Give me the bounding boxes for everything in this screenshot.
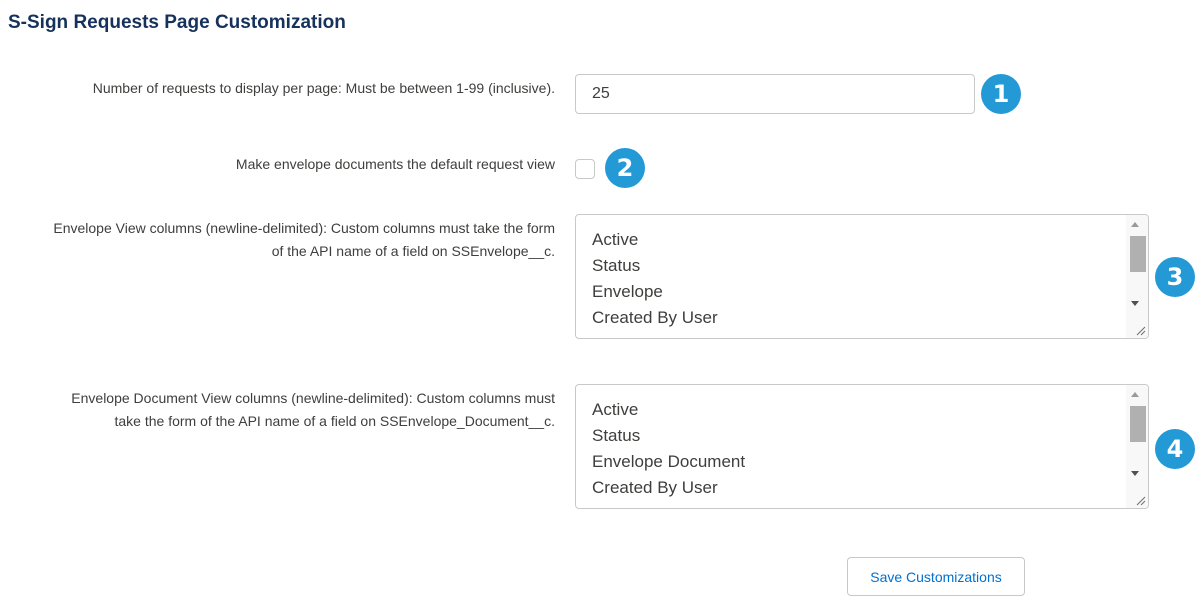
- textarea-line: Status: [592, 256, 641, 275]
- envelope-columns-scrollbar[interactable]: [1126, 215, 1148, 338]
- scrollbar-thumb[interactable]: [1130, 406, 1146, 442]
- scroll-down-icon[interactable]: [1131, 471, 1139, 476]
- textarea-line: Created By User: [592, 478, 718, 497]
- page-title: S-Sign Requests Page Customization: [8, 12, 346, 33]
- textarea-line: Envelope: [592, 282, 663, 301]
- callout-badge-1: 1: [981, 74, 1021, 114]
- envelope-columns-label-line2: of the API name of a field on SSEnvelope…: [271, 243, 555, 259]
- textarea-line: Active: [592, 400, 639, 419]
- document-columns-label: Envelope Document View columns (newline-…: [71, 387, 555, 433]
- envelope-columns-label: Envelope View columns (newline-delimited…: [53, 217, 555, 263]
- document-columns-scrollbar[interactable]: [1126, 385, 1148, 508]
- document-columns-label-line2: take the form of the API name of a field…: [114, 413, 556, 429]
- default-view-checkbox[interactable]: [575, 159, 595, 179]
- callout-badge-3: 3: [1155, 257, 1195, 297]
- save-customizations-button[interactable]: Save Customizations: [847, 557, 1025, 596]
- callout-badge-4: 4: [1155, 429, 1195, 469]
- resize-grip-icon[interactable]: [1134, 324, 1146, 336]
- textarea-line: Status: [592, 426, 641, 445]
- envelope-columns-text[interactable]: Active Status Envelope Created By User: [592, 227, 1124, 338]
- textarea-line: Envelope Document: [592, 452, 746, 471]
- default-view-label: Make envelope documents the default requ…: [235, 156, 555, 172]
- per-page-input[interactable]: [575, 74, 975, 114]
- scroll-up-icon[interactable]: [1131, 392, 1139, 397]
- scroll-down-icon[interactable]: [1131, 301, 1139, 306]
- document-columns-textarea[interactable]: Active Status Envelope Document Created …: [575, 384, 1149, 509]
- per-page-label: Number of requests to display per page: …: [92, 80, 555, 96]
- envelope-columns-textarea[interactable]: Active Status Envelope Created By User: [575, 214, 1149, 339]
- scroll-up-icon[interactable]: [1131, 222, 1139, 227]
- envelope-columns-label-line1: Envelope View columns (newline-delimited…: [53, 220, 555, 236]
- resize-grip-icon[interactable]: [1134, 494, 1146, 506]
- document-columns-label-line1: Envelope Document View columns (newline-…: [71, 390, 555, 406]
- callout-badge-2: 2: [605, 148, 645, 188]
- scrollbar-thumb[interactable]: [1130, 236, 1146, 272]
- document-columns-text[interactable]: Active Status Envelope Document Created …: [592, 397, 1124, 508]
- textarea-line: Active: [592, 230, 639, 249]
- textarea-line: Created By User: [592, 308, 718, 327]
